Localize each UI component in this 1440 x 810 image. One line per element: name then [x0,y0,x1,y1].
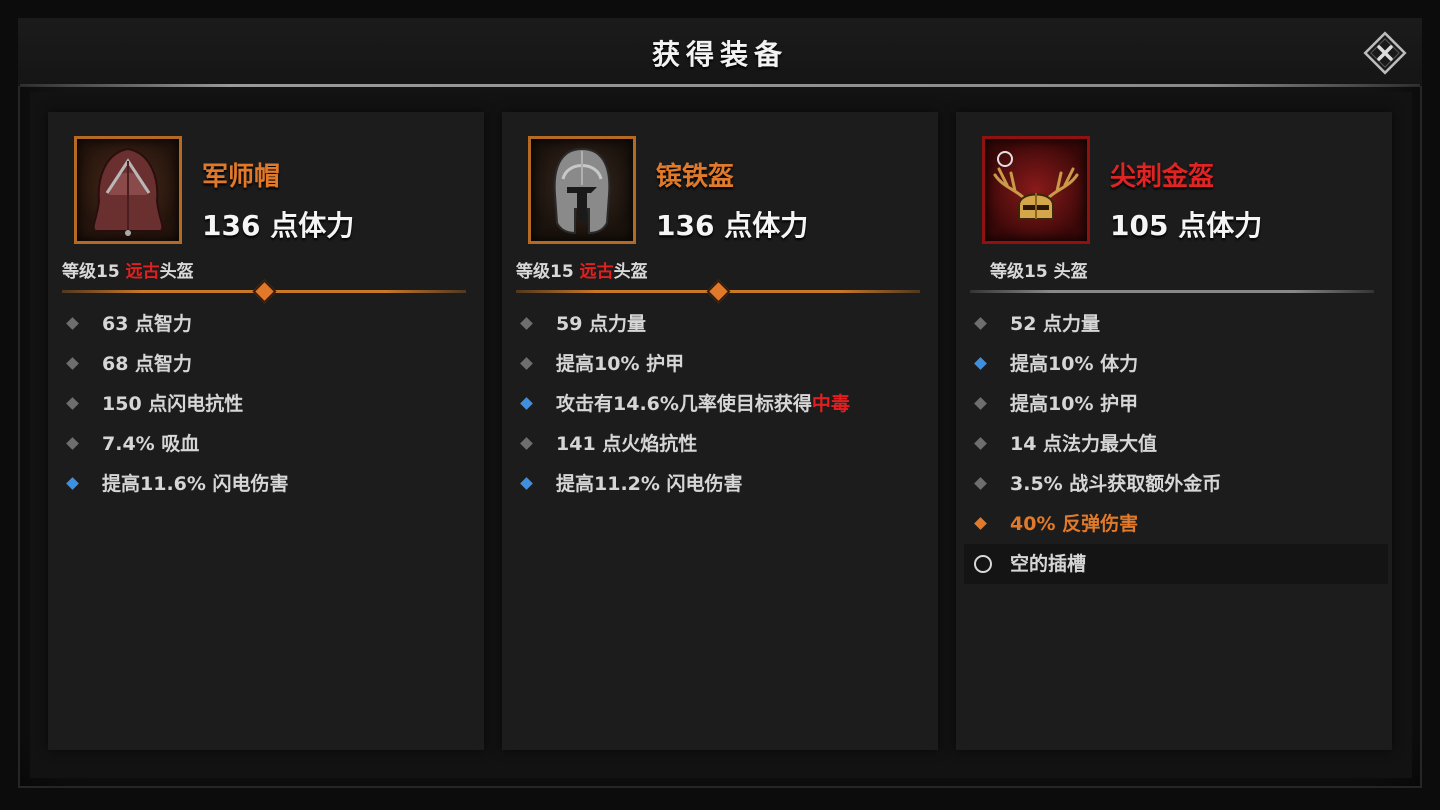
stat-line: 40% 反弹伤害 [970,504,1390,544]
bullet-icon [66,357,79,370]
bullet-icon [974,397,987,410]
item-type: 等级15 远古头盔 [62,257,194,282]
item-level: 等级15 [516,262,574,282]
item-type: 等级15 头盔 [990,257,1088,282]
item-rarity: 远古 [125,262,160,282]
item-name: 军师帽 [202,162,281,192]
item-card[interactable]: 镔铁盔 136 点体力 等级15 远古头盔 59 点力量 提高10% 护甲 攻击… [502,112,938,750]
item-icon-frame [528,136,636,244]
item-main-stat: 136 点体力 [656,209,809,242]
stat-line: 59 点力量 [516,304,936,344]
stat-line: 63 点智力 [62,304,482,344]
item-icon-frame [74,136,182,244]
stat-line: 提高10% 护甲 [516,344,936,384]
item-card[interactable]: 尖刺金盔 105 点体力 等级15 头盔 52 点力量 提高10% 体力 提高1… [956,112,1392,750]
divider-diamond [252,279,277,304]
item-name: 尖刺金盔 [1110,162,1215,192]
bullet-icon [66,477,79,490]
item-slot: 头盔 [159,262,194,282]
stat-line: 14 点法力最大值 [970,424,1390,464]
bullet-icon [974,517,987,530]
item-name: 镔铁盔 [656,162,735,192]
item-main-stat: 105 点体力 [1110,209,1263,242]
antler-helmet-icon [993,151,1079,220]
stat-line: 3.5% 战斗获取额外金币 [970,464,1390,504]
bullet-icon [520,437,533,450]
stat-line: 提高10% 护甲 [970,384,1390,424]
item-rarity: 远古 [579,262,614,282]
item-level: 等级15 [62,262,120,282]
stat-line: 提高11.2% 闪电伤害 [516,464,936,504]
bullet-icon [974,477,987,490]
stat-line: 提高10% 体力 [970,344,1390,384]
bullet-icon [520,477,533,490]
item-type: 等级15 远古头盔 [516,257,648,282]
stat-line: 7.4% 吸血 [62,424,482,464]
bullet-icon [974,357,987,370]
stat-line: 141 点火焰抗性 [516,424,936,464]
item-icon-frame [982,136,1090,244]
bullet-icon [66,317,79,330]
stat-line: 52 点力量 [970,304,1390,344]
bullet-icon [66,437,79,450]
card-divider [970,290,1374,293]
stat-line: 68 点智力 [62,344,482,384]
close-icon [1363,31,1407,75]
item-main-stat: 136 点体力 [202,209,355,242]
stat-list: 63 点智力 68 点智力 150 点闪电抗性 7.4% 吸血 提高11.6% … [62,304,482,504]
stat-line: 150 点闪电抗性 [62,384,482,424]
bullet-icon [520,357,533,370]
bullet-icon [974,437,987,450]
stat-list: 52 点力量 提高10% 体力 提高10% 护甲 14 点法力最大值 3.5% … [964,304,1390,584]
bullet-icon [66,397,79,410]
bullet-icon [520,397,533,410]
socket-icon [974,555,992,573]
stat-line: 提高11.6% 闪电伤害 [62,464,482,504]
item-card[interactable]: 军师帽 136 点体力 等级15 远古头盔 63 点智力 68 点智力 150 … [48,112,484,750]
empty-socket[interactable]: 空的插槽 [964,544,1388,584]
stat-line: 攻击有14.6%几率使目标获得中毒 [516,384,936,424]
hood-icon [92,147,164,236]
bullet-icon [974,317,987,330]
bullet-icon [520,317,533,330]
item-slot: 头盔 [1053,262,1088,282]
item-slot: 头盔 [613,262,648,282]
item-level: 等级15 [990,262,1048,282]
dialog-title: 获得装备 [651,38,788,71]
divider-diamond [706,279,731,304]
stat-list: 59 点力量 提高10% 护甲 攻击有14.6%几率使目标获得中毒 141 点火… [516,304,936,504]
close-button[interactable] [1362,30,1408,76]
header-divider [20,84,1420,87]
iron-helmet-icon [553,147,611,235]
